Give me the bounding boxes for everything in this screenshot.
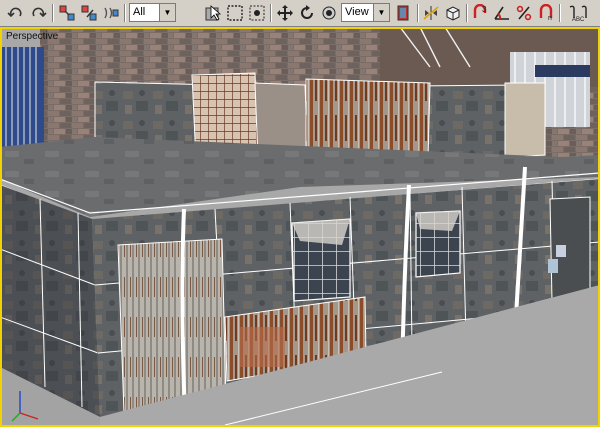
undo-icon[interactable] bbox=[6, 3, 26, 23]
unlink-icon[interactable] bbox=[79, 3, 99, 23]
rect-selection-region-icon[interactable] bbox=[225, 3, 245, 23]
spinner-snap-icon[interactable]: n bbox=[536, 3, 556, 23]
chevron-down-icon: ▼ bbox=[159, 4, 175, 21]
reference-coord-dropdown[interactable]: View ▼ bbox=[341, 3, 390, 22]
select-scale-icon[interactable] bbox=[319, 3, 339, 23]
percent-snap-icon[interactable] bbox=[514, 3, 534, 23]
selection-filter-dropdown[interactable]: All ▼ bbox=[129, 3, 176, 22]
pivot-center-icon[interactable] bbox=[394, 3, 414, 23]
align-icon[interactable] bbox=[443, 3, 463, 23]
perspective-viewport[interactable]: Perspective bbox=[0, 27, 600, 427]
chevron-down-icon: ▼ bbox=[373, 4, 389, 21]
viewport-label[interactable]: Perspective bbox=[6, 31, 58, 42]
window-crossing-icon[interactable] bbox=[247, 3, 267, 23]
toolbar-separator bbox=[52, 4, 54, 22]
bind-space-warp-icon[interactable] bbox=[101, 3, 121, 23]
named-selection-icon[interactable]: ABC bbox=[565, 3, 591, 23]
selection-filter-value: All bbox=[133, 6, 146, 18]
spinner-value: n bbox=[548, 15, 552, 22]
redo-icon[interactable] bbox=[28, 3, 48, 23]
mirror-icon[interactable] bbox=[421, 3, 441, 23]
toolbar-separator bbox=[124, 4, 126, 22]
select-object-icon[interactable] bbox=[203, 3, 223, 23]
toolbar-separator bbox=[559, 4, 561, 22]
select-rotate-icon[interactable] bbox=[297, 3, 317, 23]
toolbar-separator bbox=[417, 4, 419, 22]
snap-value: 3 bbox=[482, 5, 487, 14]
scene-render bbox=[2, 29, 598, 425]
toolbar-separator bbox=[466, 4, 468, 22]
svg-text:ABC: ABC bbox=[572, 17, 585, 22]
snaps-toggle-icon[interactable]: 3 bbox=[470, 3, 490, 23]
link-icon[interactable] bbox=[57, 3, 77, 23]
toolbar-separator bbox=[270, 4, 272, 22]
select-move-icon[interactable] bbox=[275, 3, 295, 23]
main-toolbar: All ▼ View ▼ 3 n ABC bbox=[0, 0, 600, 27]
axis-tripod-icon bbox=[11, 391, 39, 422]
reference-coord-value: View bbox=[345, 6, 369, 18]
angle-snap-icon[interactable] bbox=[492, 3, 512, 23]
